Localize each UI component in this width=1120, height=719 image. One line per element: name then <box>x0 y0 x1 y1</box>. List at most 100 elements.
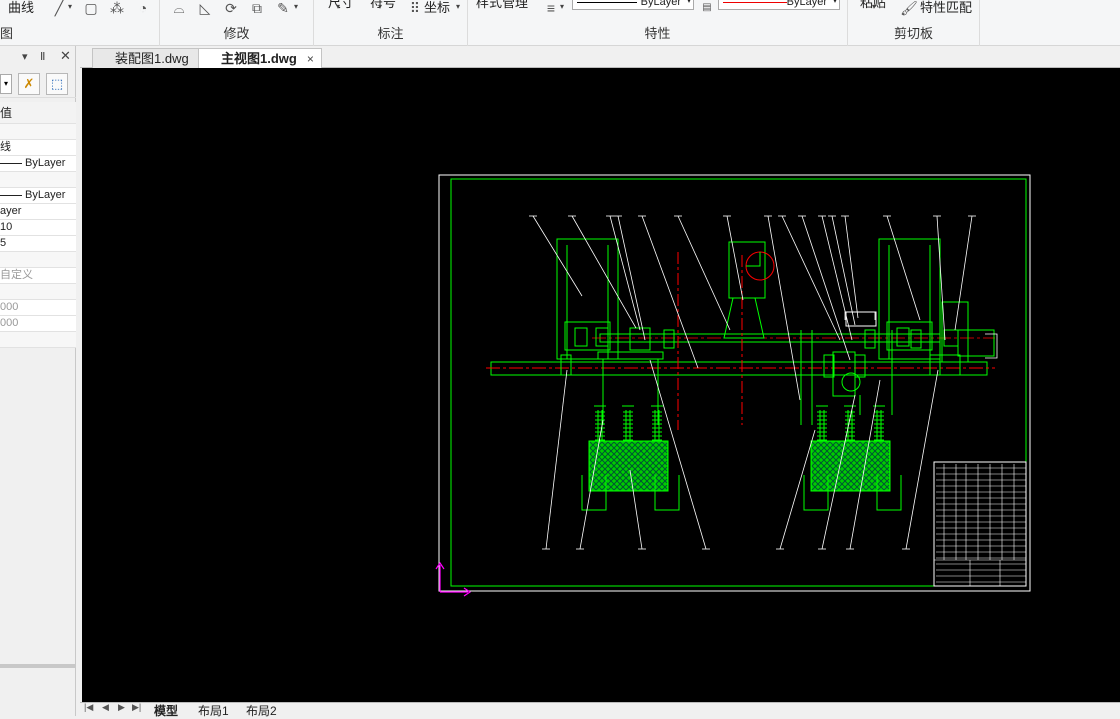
drawing-canvas[interactable] <box>82 68 1120 702</box>
curve-button[interactable]: 曲线 <box>8 0 34 16</box>
ribbon-group-modify: ⌓ ◺ ⟳ ⧉ ✎ ▾ 修改 <box>160 0 314 46</box>
coordinate-icon[interactable]: ⠿ <box>406 0 424 16</box>
symbol-caret-icon[interactable]: ▾ <box>378 2 382 11</box>
lineweight-icon[interactable]: ≡ <box>542 0 560 16</box>
property-value: ByLayer <box>25 157 66 169</box>
linetype-swatch <box>577 2 637 3</box>
color-select[interactable]: ByLayer ▾ <box>718 0 840 10</box>
properties-palette: ▾ Ⅱ ✕ ▾ ✗ ⬚ 值线 ByLayer ByLayer ayer 10 5 自定义 00… <box>0 46 76 716</box>
group-label-clipboard: 剪切板 <box>893 26 933 41</box>
array-icon[interactable]: ⧉ <box>248 0 266 16</box>
edit-icon[interactable]: ✎ <box>274 0 292 16</box>
property-row[interactable] <box>0 284 76 300</box>
line-icon[interactable]: ╱ <box>50 0 68 16</box>
chevron-down-icon: ▾ <box>832 0 837 5</box>
property-row[interactable]: 线 <box>0 140 76 156</box>
dimension-button[interactable]: 尺寸 <box>328 0 354 11</box>
select-objects-button[interactable]: ⬚ <box>46 73 68 95</box>
ribbon: 曲线 ╱ ▾ ▢ ⁂ ◔ 图 ⌓ ◺ ⟳ ⧉ ✎ ▾ 修改 尺寸 ▾ 符号 ▾ … <box>0 0 1120 46</box>
object-select-dropdown[interactable]: ▾ <box>0 74 12 94</box>
first-tab-icon[interactable]: |◀ <box>84 702 93 713</box>
tab-label: 装配图1.dwg <box>115 51 189 66</box>
tab-model[interactable]: 模型 <box>154 702 178 719</box>
dimension-caret-icon[interactable]: ▾ <box>336 2 340 11</box>
region-icon[interactable]: ◔ <box>134 0 152 16</box>
property-row[interactable]: 自定义 <box>0 268 76 284</box>
property-row[interactable]: 10 <box>0 220 76 236</box>
property-row[interactable]: 5 <box>0 236 76 252</box>
left-housing <box>556 238 664 425</box>
property-value: ByLayer <box>25 189 66 201</box>
property-row[interactable]: ByLayer <box>0 156 76 172</box>
next-tab-icon[interactable]: ▶ <box>118 702 125 713</box>
lineweight-caret-icon[interactable]: ▾ <box>560 2 564 11</box>
chevron-down-icon: ▾ <box>686 0 691 5</box>
linetype-select[interactable]: ByLayer ▾ <box>572 0 694 10</box>
scale-icon[interactable]: ◺ <box>196 0 214 16</box>
property-row[interactable]: 000 <box>0 316 76 332</box>
right-housing <box>878 238 995 363</box>
property-row[interactable] <box>0 252 76 268</box>
ribbon-group-annotate: 尺寸 ▾ 符号 ▾ ⠿ 坐标 ▾ 标注 <box>314 0 468 46</box>
tab-layout1[interactable]: 布局1 <box>198 702 229 719</box>
layout-tabs-bar: |◀ ◀ ▶ ▶| 模型 布局1 布局2 <box>80 702 1120 719</box>
center-bracket <box>677 241 775 430</box>
property-row[interactable]: ayer <box>0 204 76 220</box>
ribbon-group-clipboard: 粘贴 ▾ 🖌 特性匹配 剪切板 <box>848 0 980 46</box>
paste-caret-icon[interactable]: ▾ <box>872 2 876 11</box>
match-properties-button[interactable]: 特性匹配 <box>920 0 972 16</box>
match-properties-icon[interactable]: 🖌 <box>900 0 918 16</box>
property-value: 5 <box>0 237 7 249</box>
property-row[interactable] <box>0 172 76 188</box>
hatch-icon[interactable]: ⁂ <box>108 0 126 16</box>
property-value: 000 <box>0 317 19 329</box>
tab-document-main[interactable]: 主视图1.dwg × <box>198 48 322 68</box>
property-value: ayer <box>0 205 22 217</box>
tab-label: 主视图1.dwg <box>221 51 297 66</box>
linetype-icon[interactable]: ▤ <box>698 0 716 16</box>
close-icon[interactable]: × <box>307 52 314 66</box>
stretch-icon[interactable]: ⌓ <box>170 0 188 16</box>
property-row[interactable] <box>0 332 76 348</box>
toggle-pickadd-button[interactable]: ✗ <box>18 73 40 95</box>
property-value: 10 <box>0 221 13 233</box>
coordinate-caret-icon[interactable]: ▾ <box>456 2 460 11</box>
linetype-swatch <box>0 162 22 164</box>
modify-caret-icon[interactable]: ▾ <box>294 2 298 11</box>
tab-document-assembly[interactable]: 装配图1.dwg <box>92 48 200 68</box>
title-block <box>933 461 1027 587</box>
drawing-svg[interactable] <box>82 68 1120 702</box>
sheet-border <box>438 174 1031 592</box>
line-caret-icon[interactable]: ▾ <box>68 2 72 11</box>
ribbon-group-properties: 样式管理 ≡ ▾ ByLayer ▾ ▤ ByLayer ▾ 特性 <box>468 0 848 46</box>
rectangle-icon[interactable]: ▢ <box>82 0 100 16</box>
group-label-annotate: 标注 <box>377 26 404 41</box>
coordinate-button[interactable]: 坐标 <box>424 0 450 16</box>
palette-toolbar: ▾ ✗ ⬚ <box>0 70 76 98</box>
ribbon-group-draw: 曲线 ╱ ▾ ▢ ⁂ ◔ 图 <box>0 0 160 46</box>
prev-tab-icon[interactable]: ◀ <box>102 702 109 713</box>
style-manager-button[interactable]: 样式管理 <box>476 0 528 11</box>
right-tool-assembly <box>803 405 902 511</box>
property-row[interactable]: 000 <box>0 300 76 316</box>
group-label-draw: 图 <box>0 26 14 41</box>
property-row[interactable]: 值 <box>0 102 76 124</box>
palette-menu-icon[interactable]: ▾ <box>22 50 28 63</box>
properties-table: 值线 ByLayer ByLayer ayer 10 5 自定义 000 000 <box>0 102 76 348</box>
property-value: 000 <box>0 301 19 313</box>
close-icon[interactable]: ✕ <box>60 48 71 64</box>
rotate-icon[interactable]: ⟳ <box>222 0 240 16</box>
property-row[interactable] <box>0 124 76 140</box>
linetype-value: ByLayer <box>640 0 681 8</box>
property-value: 自定义 <box>0 269 33 281</box>
tab-layout2[interactable]: 布局2 <box>246 702 277 719</box>
property-value: 线 <box>0 141 11 153</box>
last-tab-icon[interactable]: ▶| <box>132 702 141 713</box>
group-label-properties: 特性 <box>644 26 671 41</box>
document-tabs: 装配图1.dwg 主视图1.dwg × <box>80 46 1120 68</box>
property-row[interactable]: ByLayer <box>0 188 76 204</box>
color-value: ByLayer <box>786 0 827 8</box>
symbol-button[interactable]: 符号 <box>370 0 396 11</box>
palette-splitter[interactable] <box>0 664 76 668</box>
pin-icon[interactable]: Ⅱ <box>40 50 45 63</box>
